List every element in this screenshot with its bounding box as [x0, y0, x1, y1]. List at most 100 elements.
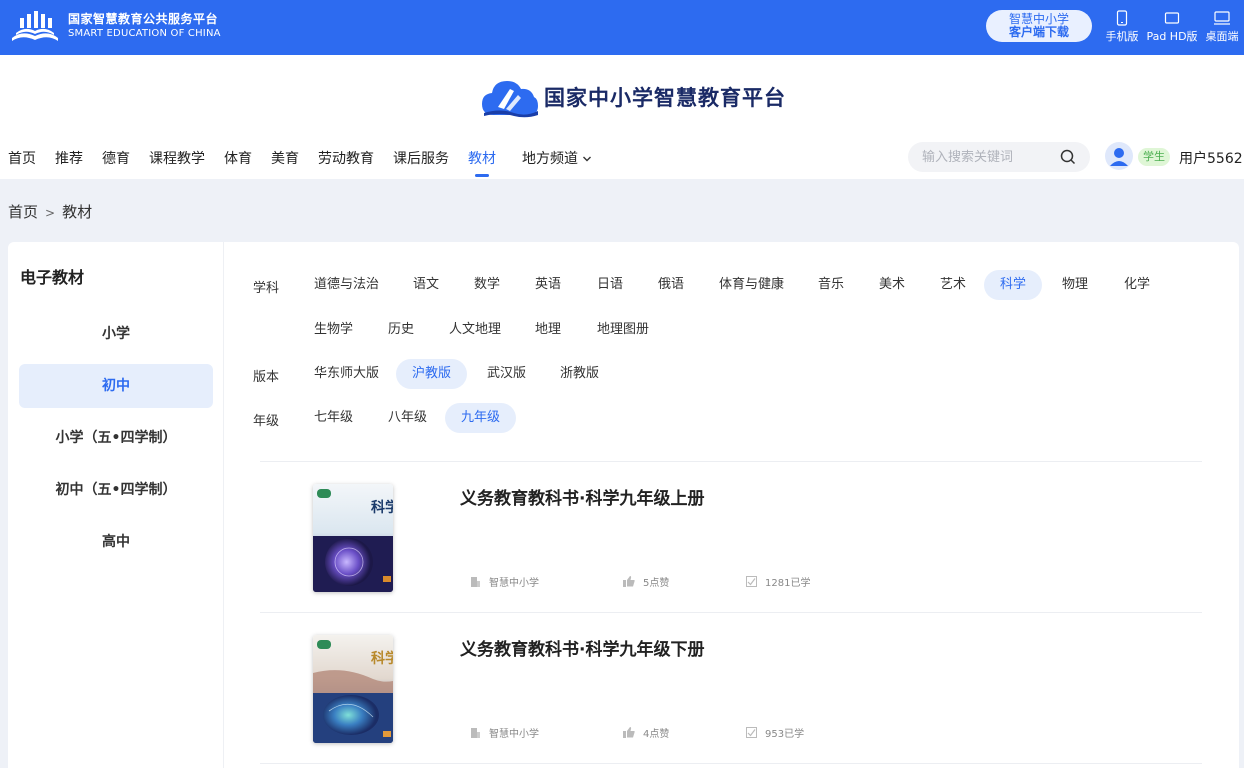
subject-filter-label: 学科 [253, 281, 280, 296]
learner-count: 953已学 [765, 729, 805, 740]
book-publisher: 智慧中小学 [470, 725, 539, 740]
nav-recommend[interactable]: 推荐 [55, 148, 83, 168]
download-line-2: 客户端下载 [1008, 25, 1069, 39]
building-icon [471, 576, 480, 587]
divider [260, 763, 1202, 764]
desktop-icon [1214, 11, 1230, 25]
breadcrumb-home[interactable]: 首页 [8, 203, 38, 221]
book-likes: 5点赞 [623, 574, 669, 589]
edition-filter-label: 版本 [253, 370, 280, 385]
book-cover-image: 科学 [313, 635, 393, 743]
book-title[interactable]: 义务教育教科书·科学九年级下册 [460, 635, 704, 660]
subject-chip[interactable]: 历史 [372, 315, 430, 345]
subject-chip[interactable]: 数学 [458, 270, 516, 300]
brand-logo-icon [12, 11, 58, 41]
subject-chip[interactable]: 人文地理 [433, 315, 517, 345]
subject-chip[interactable]: 地理 [519, 315, 577, 345]
site-title: 国家中小学智慧教育平台 [544, 86, 786, 110]
sidebar-item-primary[interactable]: 小学 [19, 312, 213, 356]
nav-sports[interactable]: 体育 [224, 148, 252, 168]
nav-textbooks[interactable]: 教材 [468, 148, 496, 177]
thumbs-up-icon [623, 576, 635, 587]
subject-chip[interactable]: 音乐 [802, 270, 860, 300]
nav-labor[interactable]: 劳动教育 [318, 148, 374, 168]
brand[interactable]: 国家智慧教育公共服务平台 SMART EDUCATION OF CHINA [8, 8, 221, 44]
publisher-name: 智慧中小学 [489, 578, 539, 589]
edition-chip[interactable]: 武汉版 [471, 359, 542, 389]
subject-chip[interactable]: 体育与健康 [703, 270, 800, 300]
username[interactable]: 用户5562 [1179, 148, 1243, 168]
publisher-name: 智慧中小学 [489, 729, 539, 740]
subject-chip[interactable]: 英语 [519, 270, 577, 300]
mobile-version-link[interactable]: 手机版 [1098, 10, 1146, 44]
pad-version-label: Pad HD版 [1146, 30, 1198, 43]
subject-chip[interactable]: 俄语 [642, 270, 700, 300]
tablet-icon [1164, 12, 1180, 24]
book-publisher: 智慧中小学 [470, 574, 539, 589]
desktop-version-label: 桌面端 [1205, 30, 1239, 43]
top-bar: 国家智慧教育公共服务平台 SMART EDUCATION OF CHINA 智慧… [0, 0, 1244, 55]
subject-chip[interactable]: 物理 [1046, 270, 1104, 300]
content-panel: 电子教材 小学 初中 小学（五•四学制） 初中（五•四学制） 高中 学科 道德与… [8, 242, 1239, 768]
subject-chip[interactable]: 地理图册 [581, 315, 665, 345]
sidebar-item-junior[interactable]: 初中 [19, 364, 213, 408]
edition-chip[interactable]: 浙教版 [544, 359, 615, 389]
sidebar-item-senior[interactable]: 高中 [19, 520, 213, 564]
subject-chip[interactable]: 生物学 [298, 315, 369, 345]
phone-icon [1116, 10, 1128, 26]
nav-moral[interactable]: 德育 [102, 148, 130, 168]
search-icon[interactable] [1060, 149, 1076, 165]
nav-after-school[interactable]: 课后服务 [393, 148, 449, 168]
site-logo[interactable]: 国家中小学智慧教育平台 [480, 75, 786, 119]
breadcrumb-separator: > [45, 206, 56, 220]
learner-count: 1281已学 [765, 578, 811, 589]
avatar[interactable] [1105, 142, 1133, 170]
book-cover[interactable]: 科学 [313, 635, 393, 743]
nav-local-channel[interactable]: 地方频道 [522, 148, 592, 168]
nav-courses[interactable]: 课程教学 [149, 148, 205, 168]
search-box [908, 142, 1090, 172]
sidebar-item-primary-54[interactable]: 小学（五•四学制） [19, 416, 213, 460]
grade-chip[interactable]: 八年级 [372, 403, 443, 433]
pad-version-link[interactable]: Pad HD版 [1146, 10, 1198, 44]
nav-arts[interactable]: 美育 [271, 148, 299, 168]
book-cover-image: 科学 [313, 484, 393, 592]
subject-chip[interactable]: 日语 [581, 270, 639, 300]
subject-chip-active[interactable]: 科学 [984, 270, 1043, 300]
book-cover[interactable]: 科学 [313, 484, 393, 592]
study-icon [746, 576, 757, 587]
subject-chip[interactable]: 语文 [397, 270, 455, 300]
desktop-version-link[interactable]: 桌面端 [1198, 10, 1244, 44]
subject-chip[interactable]: 化学 [1108, 270, 1166, 300]
chevron-down-icon [583, 156, 591, 162]
grade-filter-label: 年级 [253, 414, 280, 429]
site-header: 国家中小学智慧教育平台 首页 推荐 德育 课程教学 体育 美育 劳动教育 课后服… [0, 55, 1244, 179]
sidebar-item-junior-54[interactable]: 初中（五•四学制） [19, 468, 213, 512]
subject-chip[interactable]: 艺术 [924, 270, 982, 300]
cloud-book-logo-icon [482, 81, 538, 118]
cover-title: 科学 [371, 650, 393, 667]
book-item[interactable]: 科学 义务教育教科书·科学九年级上册 智慧中小学 5点赞 1281已学 [260, 462, 1202, 612]
grade-chip[interactable]: 七年级 [298, 403, 369, 433]
brand-name-en: SMART EDUCATION OF CHINA [68, 28, 221, 40]
sidebar-title: 电子教材 [20, 268, 85, 287]
mobile-version-label: 手机版 [1105, 30, 1139, 43]
edition-chip-active[interactable]: 沪教版 [396, 359, 468, 389]
edition-chip[interactable]: 华东师大版 [298, 359, 395, 389]
brand-name-cn: 国家智慧教育公共服务平台 [68, 11, 219, 26]
nav-local-channel-label: 地方频道 [522, 151, 578, 167]
nav-home[interactable]: 首页 [8, 148, 36, 168]
thumbs-up-icon [623, 727, 635, 738]
client-download-button[interactable]: 智慧中小学 客户端下载 [986, 10, 1092, 42]
subject-chip[interactable]: 美术 [863, 270, 921, 300]
user-avatar-icon [1110, 148, 1128, 166]
grade-chip-active[interactable]: 九年级 [445, 403, 517, 433]
search-input[interactable] [922, 148, 1052, 166]
building-icon [471, 727, 480, 738]
book-item[interactable]: 科学 义务教育教科书·科学九年级下册 智慧中小学 4点赞 953已学 [260, 613, 1202, 763]
subject-chip[interactable]: 道德与法治 [298, 270, 395, 300]
book-learners: 1281已学 [746, 574, 810, 589]
breadcrumb: 首页 > 教材 [8, 201, 92, 222]
book-title[interactable]: 义务教育教科书·科学九年级上册 [460, 484, 704, 509]
book-likes: 4点赞 [623, 725, 669, 740]
